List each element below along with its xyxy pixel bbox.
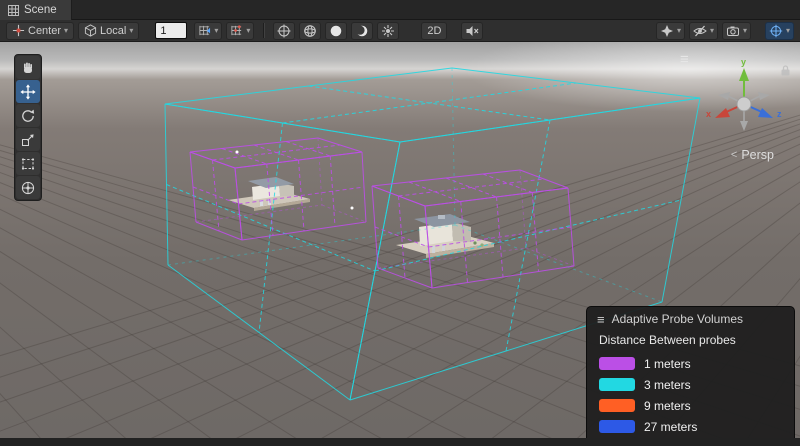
2d-toggle-button[interactable]: 2D — [421, 22, 447, 40]
legend-swatch-3m — [599, 378, 635, 391]
chevron-down-icon: ▾ — [743, 27, 747, 35]
adaptive-probe-volumes-panel: ≡ Adaptive Probe Volumes Distance Betwee… — [586, 306, 795, 446]
rotate-icon — [20, 108, 36, 124]
camera-icon — [726, 24, 740, 38]
chevron-down-icon: ▾ — [64, 27, 68, 35]
legend-swatch-9m — [599, 399, 635, 412]
gizmos-toggle-button[interactable] — [273, 22, 295, 40]
scene-visibility-dropdown[interactable]: ▾ — [689, 22, 718, 40]
cube-icon — [84, 24, 97, 37]
blue-gizmo-icon — [769, 24, 783, 38]
effects-dropdown[interactable]: ▾ — [656, 22, 685, 40]
gizmo-axis-y-label: y — [741, 57, 746, 67]
grid-axis-icon — [230, 24, 243, 37]
camera-overlay-dropdown[interactable]: ▾ — [722, 22, 751, 40]
sparkle-icon — [660, 24, 674, 38]
draw-mode-button[interactable] — [299, 22, 321, 40]
chevron-down-icon: ▾ — [214, 27, 218, 35]
tab-scene[interactable]: Scene — [0, 0, 72, 20]
lighting-toggle-button[interactable] — [325, 22, 347, 40]
rotate-tool-button[interactable] — [16, 104, 40, 127]
legend-row: 9 meters — [587, 395, 794, 416]
scale-tool-button[interactable] — [16, 128, 40, 151]
pivot-mode-label: Center — [28, 25, 61, 37]
shaded-sphere-icon — [303, 24, 317, 38]
orientation-gizmo[interactable]: y x z — [702, 56, 786, 144]
chevron-down-icon: ▾ — [786, 27, 790, 35]
audio-toggle-button[interactable] — [461, 22, 483, 40]
legend-row: 27 meters — [587, 416, 794, 437]
legend-row: 3 meters — [587, 374, 794, 395]
chevron-down-icon: ▾ — [246, 27, 250, 35]
tab-title: Scene — [24, 4, 57, 16]
legend-label-3m: 3 meters — [644, 378, 691, 392]
chevron-down-icon: ▾ — [710, 27, 714, 35]
z-axis-cone[interactable] — [758, 108, 773, 118]
gizmo-center-ball[interactable] — [737, 97, 751, 111]
legend-label-27m: 27 meters — [644, 420, 697, 434]
view-tool-button[interactable] — [16, 56, 40, 79]
rect-tool-button[interactable] — [16, 152, 40, 175]
scene-viewport[interactable]: ≡ y x z < Persp — [0, 42, 800, 438]
legend-swatch-27m — [599, 420, 635, 433]
neg-x-axis-cone[interactable] — [758, 92, 770, 100]
neg-y-axis-cone[interactable] — [740, 121, 748, 131]
unity-scene-window: Scene Center ▾ Local ▾ ▾ — [0, 0, 800, 446]
transform-icon — [20, 180, 36, 196]
handle-orientation-label: Local — [100, 25, 126, 37]
scene-camera-settings-dropdown[interactable]: ▾ — [765, 22, 794, 40]
chevron-left-icon: < — [731, 149, 737, 161]
skybox-toggle-button[interactable] — [351, 22, 373, 40]
legend-swatch-1m — [599, 357, 635, 370]
projection-toggle[interactable]: < Persp — [731, 148, 774, 162]
x-axis-cone[interactable] — [715, 108, 730, 118]
eye-slash-icon — [693, 24, 707, 38]
rect-tool-icon — [20, 156, 36, 172]
toolbar-separator — [263, 23, 264, 38]
legend-row: 1 meters — [587, 353, 794, 374]
scale-icon — [20, 132, 36, 148]
move-icon — [20, 84, 36, 100]
flare-toggle-button[interactable] — [377, 22, 399, 40]
chevron-down-icon: ▾ — [677, 27, 681, 35]
scene-grid-icon — [8, 5, 19, 16]
tools-palette — [14, 54, 42, 201]
legend-label-1m: 1 meters — [644, 357, 691, 371]
speaker-muted-icon — [465, 24, 479, 38]
flare-icon — [381, 24, 395, 38]
grid-snap-dropdown[interactable]: ▾ — [194, 22, 222, 40]
snap-increment-field[interactable] — [155, 22, 187, 39]
apv-panel-title: Adaptive Probe Volumes — [612, 312, 743, 326]
move-tool-button[interactable] — [16, 80, 40, 103]
panel-menu-icon[interactable]: ≡ — [597, 312, 605, 327]
transform-tool-button[interactable] — [16, 176, 40, 199]
crosshair-circle-icon — [277, 24, 291, 38]
projection-label: Persp — [741, 148, 774, 162]
hand-icon — [20, 60, 36, 76]
gizmo-axis-x-label: x — [706, 109, 711, 119]
chevron-down-icon: ▾ — [129, 27, 133, 35]
scene-toolbar: Center ▾ Local ▾ ▾ ▾ — [0, 20, 800, 42]
moon-icon — [355, 24, 369, 38]
y-axis-cone[interactable] — [739, 68, 749, 81]
2d-label: 2D — [427, 25, 441, 37]
tab-bar: Scene — [0, 0, 800, 20]
neg-z-axis-cone[interactable] — [718, 92, 730, 100]
handle-orientation-dropdown[interactable]: Local ▾ — [78, 22, 139, 40]
grid-snap-icon — [198, 24, 211, 37]
grid-visibility-dropdown[interactable]: ▾ — [226, 22, 254, 40]
gizmo-axis-z-label: z — [777, 109, 782, 119]
apv-panel-header[interactable]: ≡ Adaptive Probe Volumes — [587, 307, 794, 331]
light-circle-icon — [329, 24, 343, 38]
window-bottom-edge — [0, 438, 800, 446]
apv-panel-subtitle: Distance Between probes — [587, 331, 794, 353]
tool-handle-icon — [12, 24, 25, 37]
pivot-mode-dropdown[interactable]: Center ▾ — [6, 22, 74, 40]
overlay-menu-handle[interactable]: ≡ — [680, 52, 689, 67]
legend-label-9m: 9 meters — [644, 399, 691, 413]
